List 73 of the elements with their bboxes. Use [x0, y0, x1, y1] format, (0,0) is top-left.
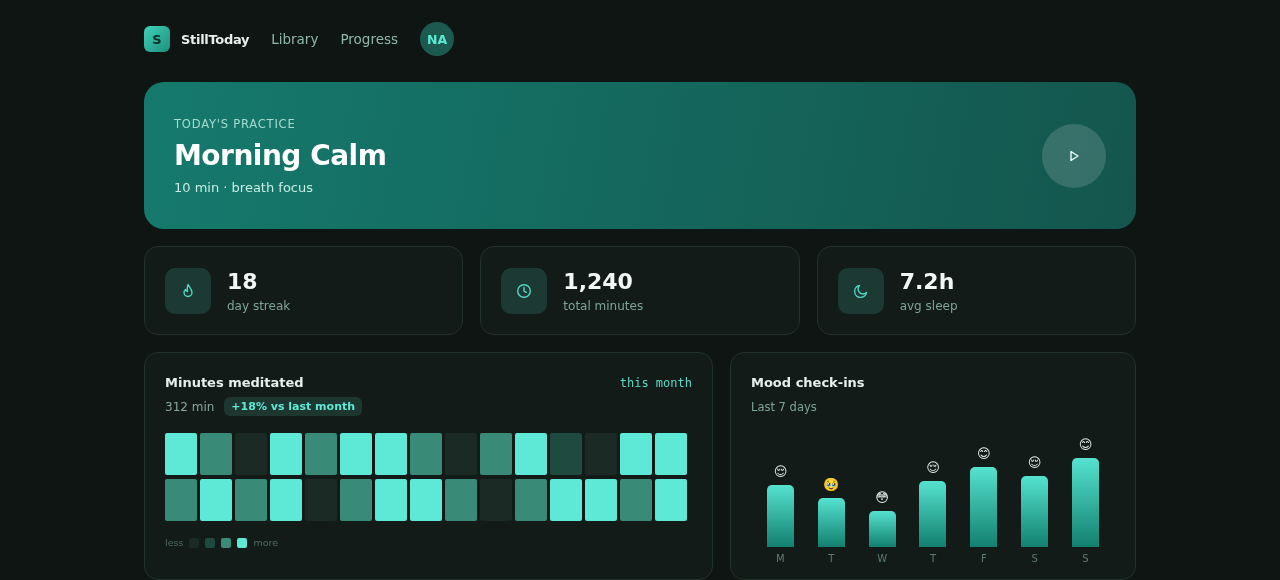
heatmap-cell [620, 479, 652, 521]
heatmap-cell [375, 479, 407, 521]
nav-link[interactable]: Library [271, 31, 319, 47]
change-badge: +18% vs last month [224, 397, 363, 416]
stat-label: total minutes [563, 298, 644, 313]
stat-label: avg sleep [899, 298, 958, 313]
flame-icon [181, 282, 195, 299]
logo[interactable]: S [144, 26, 170, 52]
heatmap-cell [305, 433, 337, 475]
day-label: T [828, 553, 835, 564]
day-label: S [1031, 553, 1038, 564]
heatmap-cell [340, 433, 372, 475]
day-label: S [1082, 553, 1089, 564]
heatmap-cell [340, 479, 372, 521]
period-link[interactable]: this month [619, 375, 692, 390]
heatmap-cell [410, 479, 442, 521]
mood-emoji: 😌 [926, 460, 940, 476]
mood-bar [1021, 476, 1049, 547]
mood-bar [817, 498, 845, 547]
heatmap-cell [410, 433, 442, 475]
heatmap-cell [585, 479, 617, 521]
heatmap-cell [270, 479, 302, 521]
mood-emoji: 😌 [1027, 455, 1042, 471]
legend-swatch [205, 537, 216, 548]
mood-bar [919, 481, 947, 547]
heatmap-cell [200, 433, 232, 475]
mood-bar [766, 485, 794, 547]
heatmap-cell [235, 479, 267, 521]
card-subtitle: Last 7 days [751, 400, 818, 414]
day-label: W [877, 553, 888, 564]
stat-value: 1,240 [563, 268, 634, 294]
avatar[interactable]: NA [420, 22, 454, 56]
heatmap-cell [375, 433, 407, 475]
heatmap-cell [655, 433, 687, 475]
mood-bar [868, 511, 896, 547]
heatmap-cell [655, 479, 687, 521]
stat-label: day streak [227, 298, 291, 313]
heatmap-cell [165, 433, 197, 475]
day-label: F [980, 553, 987, 564]
mood-emoji: 😊 [977, 446, 991, 462]
mood-emoji: 😳 [875, 490, 889, 506]
heatmap-cell [480, 433, 512, 475]
nav-link[interactable]: Progress [340, 31, 398, 47]
moon-icon [852, 282, 869, 299]
heatmap-cell [165, 479, 197, 521]
total-minutes: 312 min [165, 399, 215, 414]
eyebrow-label: TODAY'S PRACTICE [174, 116, 297, 131]
card-title: Minutes meditated [165, 375, 304, 390]
day-label: T [929, 553, 936, 564]
legend-swatch [237, 537, 248, 548]
clock-icon [516, 282, 533, 299]
brand-name[interactable]: StillToday [181, 31, 250, 47]
heatmap-cell [515, 479, 547, 521]
heatmap-cell [445, 479, 477, 521]
mood-emoji: 🥹 [823, 477, 840, 493]
card-title: Mood check-ins [751, 375, 866, 390]
practice-subtitle: 10 min · breath focus [174, 179, 315, 195]
legend-label: less [165, 537, 184, 548]
mood-emoji: 😊 [1078, 437, 1093, 453]
heatmap-cell [270, 433, 302, 475]
play-icon [1067, 148, 1081, 163]
stat-value: 18 [227, 268, 259, 294]
stat-value: 7.2h [899, 268, 956, 294]
heatmap-cell [550, 479, 582, 521]
practice-title: Morning Calm [174, 138, 387, 172]
heatmap-cell [620, 433, 652, 475]
heatmap-cell [200, 479, 232, 521]
mood-emoji: 😌 [773, 464, 788, 480]
day-label: M [776, 553, 785, 564]
legend-label: more [253, 537, 278, 548]
legend-swatch [221, 537, 232, 548]
heatmap-cell [515, 433, 547, 475]
heatmap-cell [550, 433, 582, 475]
